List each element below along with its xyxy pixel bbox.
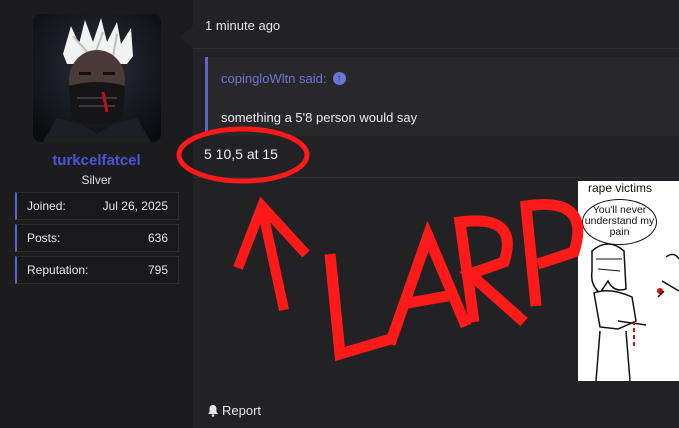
quote-block: copingloWltn said: ↑ something a 5'8 per…	[205, 57, 679, 136]
stat-joined: Joined: Jul 26, 2025	[15, 192, 179, 220]
report-link[interactable]: Report	[207, 403, 261, 418]
divider	[193, 48, 679, 49]
stat-value: Jul 26, 2025	[102, 199, 168, 213]
user-rank: Silver	[81, 173, 112, 187]
stat-label: Posts:	[27, 231, 61, 245]
user-panel: turkcelfatcel Silver Joined: Jul 26, 202…	[0, 0, 193, 428]
stat-label: Joined:	[27, 199, 66, 213]
stat-value: 636	[147, 231, 168, 245]
stat-label: Reputation:	[27, 263, 89, 277]
divider	[193, 177, 679, 178]
meme-image: rape victims You'll never understand my …	[578, 181, 679, 381]
post-timestamp[interactable]: 1 minute ago	[205, 18, 280, 33]
stat-reputation: Reputation: 795	[15, 256, 179, 284]
meme-drawing	[590, 243, 679, 381]
quote-text: something a 5'8 person would say	[221, 110, 418, 125]
bell-icon	[208, 405, 218, 417]
post-pointer	[180, 26, 193, 48]
quote-author[interactable]: copingloWltn said:	[221, 71, 327, 86]
arrow-up-circle-icon[interactable]: ↑	[332, 72, 346, 85]
post-message: 5 10,5 at 15	[204, 146, 278, 162]
stat-value: 795	[147, 263, 168, 277]
quote-header[interactable]: copingloWltn said: ↑	[221, 71, 346, 86]
avatar[interactable]	[33, 14, 161, 142]
report-label[interactable]: Report	[222, 403, 261, 418]
username[interactable]: turkcelfatcel	[0, 152, 193, 169]
stat-posts: Posts: 636	[15, 224, 179, 252]
